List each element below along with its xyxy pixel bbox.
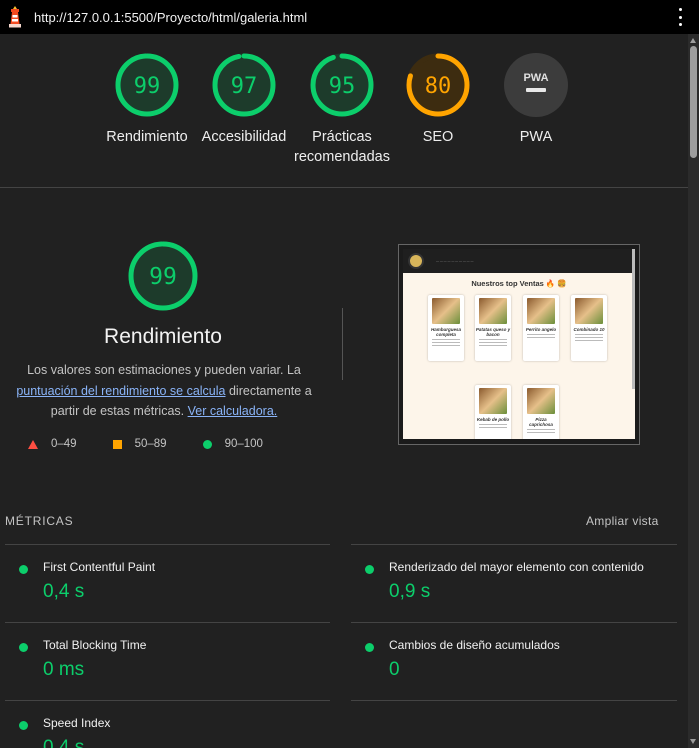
screenshot-card: Hamburguesa completa [428,295,464,361]
gauge-rendimiento[interactable]: 99 Rendimiento [97,52,197,147]
gauge-practicas[interactable]: 95 Prácticas recomendadas [290,52,394,167]
metric-value: 0,9 s [389,581,431,602]
pass-dot-icon [19,721,28,730]
screenshot-nav-links: — — — — — — — — — — [436,259,474,263]
score-ring-icon: 80 [406,53,470,117]
category-scores: 99 Rendimiento 97 Accesibilidad 95 Práct… [0,34,688,188]
performance-title: Rendimiento [104,325,222,348]
gauge-label: Rendimiento [106,129,188,145]
divider [5,544,330,545]
screenshot-nav: — — — — — — — — — — [403,249,635,273]
divider [5,622,330,623]
screenshot-card: Combinado 10 [571,295,607,361]
metric-value: 0,4 s [43,737,85,748]
page-screenshot[interactable]: — — — — — — — — — — Nuestros top Ventas … [398,244,640,445]
metric-cls: Cambios de diseño acumulados 0 [351,638,671,698]
metric-speed-index: Speed Index 0,4 s [5,716,325,748]
expand-view-toggle[interactable]: Ampliar vista [586,514,659,528]
performance-score: 99 [149,264,177,290]
legend-label: 90–100 [224,438,263,450]
metric-tbt: Total Blocking Time 0 ms [5,638,325,698]
performance-description: Los valores son estimaciones y pueden va… [4,360,324,422]
metrics-heading: MÉTRICAS [5,514,74,528]
legend-label: 50–89 [134,438,167,450]
lighthouse-icon [9,6,21,28]
metric-lcp: Renderizado del mayor elemento con conte… [351,560,671,620]
performance-ring-icon: 99 [128,241,198,311]
calculator-link[interactable]: Ver calculadora. [188,404,278,418]
legend-average: 50–89 [112,438,167,450]
page-url[interactable]: http://127.0.0.1:5500/Proyecto/html/gale… [34,10,307,25]
screenshot-scrollbar [632,249,635,389]
divider [351,622,677,623]
square-icon [112,439,122,449]
gauge-score: 95 [329,74,356,99]
scroll-down-icon[interactable] [690,739,696,744]
gauge-label: Accesibilidad [201,129,287,145]
legend-pass: 90–100 [202,438,263,450]
score-ring-icon: 99 [115,53,179,117]
divider [351,700,677,701]
gauge-label: Prácticas recomendadas [294,129,390,165]
metric-title: Speed Index [43,716,111,730]
triangle-icon [28,439,38,449]
gauge-score: 80 [425,74,452,99]
metric-title: First Contentful Paint [43,560,156,574]
pass-dot-icon [365,565,374,574]
pwa-badge-text: PWA [523,72,548,84]
gauge-label: PWA [519,129,553,145]
desc-text: Los valores son estimaciones y pueden va… [27,363,301,377]
pass-dot-icon [19,565,28,574]
gauge-label: SEO [422,129,454,145]
gauge-pwa[interactable]: PWA PWA [486,52,586,147]
screenshot-card: Patatas queso y bacon [475,295,511,361]
site-logo-icon [408,253,424,269]
screenshot-card: Perrito angelo [523,295,559,361]
divider [342,308,343,380]
metric-value: 0,4 s [43,581,85,602]
circle-icon [202,439,212,449]
address-bar: http://127.0.0.1:5500/Proyecto/html/gale… [0,0,699,34]
pass-dot-icon [365,643,374,652]
metric-title: Total Blocking Time [43,638,147,652]
legend-fail: 0–49 [28,438,77,450]
screenshot-card: Kebab de pollo [475,385,511,439]
score-ring-icon: 97 [212,53,276,117]
gauge-accesibilidad[interactable]: 97 Accesibilidad [194,52,294,147]
pass-dot-icon [19,643,28,652]
scrollbar[interactable] [688,34,699,748]
gauge-score: 99 [134,74,161,99]
scroll-up-icon[interactable] [690,38,696,43]
divider [351,544,677,545]
metric-title: Cambios de diseño acumulados [389,638,560,652]
score-ring-icon: 95 [310,53,374,117]
gauge-score: 97 [231,74,258,99]
scroll-thumb[interactable] [690,46,697,158]
metric-value: 0 ms [43,659,85,680]
more-menu-icon[interactable] [677,8,683,26]
screenshot-content: — — — — — — — — — — Nuestros top Ventas … [403,249,635,439]
score-calc-link[interactable]: puntuación del rendimiento se calcula [16,384,225,398]
metric-value: 0 [389,659,400,680]
legend-label: 0–49 [51,438,77,450]
divider [5,700,330,701]
screenshot-card: Pizza caprichosa [523,385,559,439]
metric-fcp: First Contentful Paint 0,4 s [5,560,325,620]
performance-section: 99 Rendimiento Los valores son estimacio… [0,188,688,498]
gauge-seo[interactable]: 80 SEO [388,52,488,147]
score-legend: 0–49 50–89 90–100 [28,438,299,450]
metric-title: Renderizado del mayor elemento con conte… [389,560,644,574]
pwa-badge-icon: PWA [504,53,568,117]
screenshot-title: Nuestros top Ventas 🔥 🍔 [471,279,567,288]
